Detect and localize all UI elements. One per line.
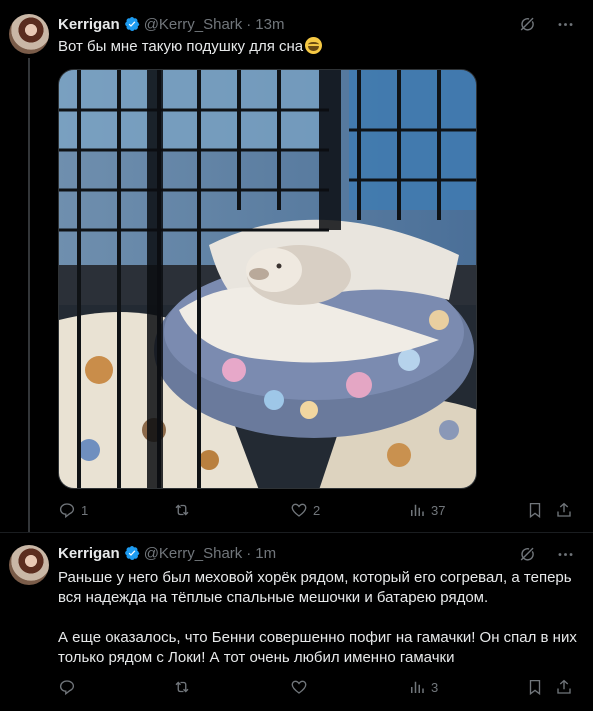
view-count: 3 bbox=[431, 679, 439, 695]
separator-dot: · bbox=[246, 544, 252, 562]
repost-button[interactable] bbox=[173, 501, 196, 519]
tweet-text: Раньше у него был меховой хорёк рядом, к… bbox=[58, 568, 578, 668]
heart-icon bbox=[291, 680, 307, 694]
reply-icon bbox=[59, 680, 75, 696]
tweet-2[interactable]: Kerrigan @Kerry_Shark · 1m Раньше у него… bbox=[0, 533, 593, 711]
timestamp[interactable]: 13m bbox=[255, 16, 284, 33]
bookmark-icon bbox=[529, 679, 541, 696]
tweet-text: Вот бы мне такую подушку для сна bbox=[58, 37, 578, 57]
share-button[interactable] bbox=[555, 501, 573, 519]
tweet-text-line: Вот бы мне такую подушку для сна bbox=[58, 38, 304, 55]
like-button[interactable]: 2 bbox=[290, 501, 320, 519]
reply-icon bbox=[59, 503, 75, 519]
views-button[interactable]: 3 bbox=[408, 678, 438, 696]
author-name[interactable]: Kerrigan bbox=[58, 16, 120, 33]
repost-icon bbox=[175, 504, 189, 516]
reply-button[interactable]: 1 bbox=[58, 501, 88, 519]
verified-badge-icon bbox=[124, 16, 140, 32]
tweet-header: Kerrigan @Kerry_Shark · 13m bbox=[58, 14, 284, 34]
share-button[interactable] bbox=[555, 678, 573, 696]
reply-count: 1 bbox=[81, 502, 89, 518]
grok-icon[interactable] bbox=[517, 544, 537, 564]
tweet-photo[interactable] bbox=[58, 69, 477, 489]
views-button[interactable]: 37 bbox=[408, 501, 445, 519]
top-actions bbox=[517, 14, 575, 34]
tweet-paragraph: А еще оказалось, что Бенни совершенно по… bbox=[58, 629, 577, 666]
more-options-icon[interactable] bbox=[555, 544, 575, 564]
view-count: 37 bbox=[431, 502, 446, 518]
author-name[interactable]: Kerrigan bbox=[58, 545, 120, 562]
tweet-header: Kerrigan @Kerry_Shark · 1m bbox=[58, 543, 276, 563]
thread-line bbox=[28, 58, 30, 532]
tweet-actions: 3 bbox=[58, 678, 578, 698]
verified-badge-icon bbox=[124, 545, 140, 561]
views-chart-icon bbox=[411, 504, 424, 516]
grok-icon[interactable] bbox=[517, 14, 537, 34]
repost-icon bbox=[175, 681, 189, 693]
bookmark-button[interactable] bbox=[526, 501, 544, 519]
like-count: 2 bbox=[313, 502, 321, 518]
more-options-icon[interactable] bbox=[555, 14, 575, 34]
tweet-1[interactable]: Kerrigan @Kerry_Shark · 13m Вот бы мне т… bbox=[0, 0, 593, 533]
bookmark-button[interactable] bbox=[526, 678, 544, 696]
bookmark-icon bbox=[529, 502, 541, 519]
author-handle[interactable]: @Kerry_Shark bbox=[144, 545, 243, 562]
timestamp[interactable]: 1m bbox=[255, 545, 276, 562]
separator-dot: · bbox=[246, 15, 252, 33]
views-chart-icon bbox=[411, 681, 424, 693]
share-icon bbox=[557, 502, 571, 517]
like-button[interactable] bbox=[290, 678, 313, 696]
avatar[interactable] bbox=[9, 545, 49, 585]
tweet-paragraph: Раньше у него был меховой хорёк рядом, к… bbox=[58, 569, 572, 606]
avatar[interactable] bbox=[9, 14, 49, 54]
share-icon bbox=[557, 679, 571, 694]
ferret-in-sleeping-bag-image bbox=[59, 70, 476, 488]
reply-button[interactable] bbox=[58, 678, 81, 696]
author-handle[interactable]: @Kerry_Shark bbox=[144, 16, 243, 33]
top-actions bbox=[517, 544, 575, 564]
repost-button[interactable] bbox=[173, 678, 196, 696]
grinning-face-emoji-icon bbox=[305, 37, 323, 54]
tweet-actions: 1 2 37 bbox=[58, 501, 578, 521]
heart-icon bbox=[291, 503, 307, 517]
